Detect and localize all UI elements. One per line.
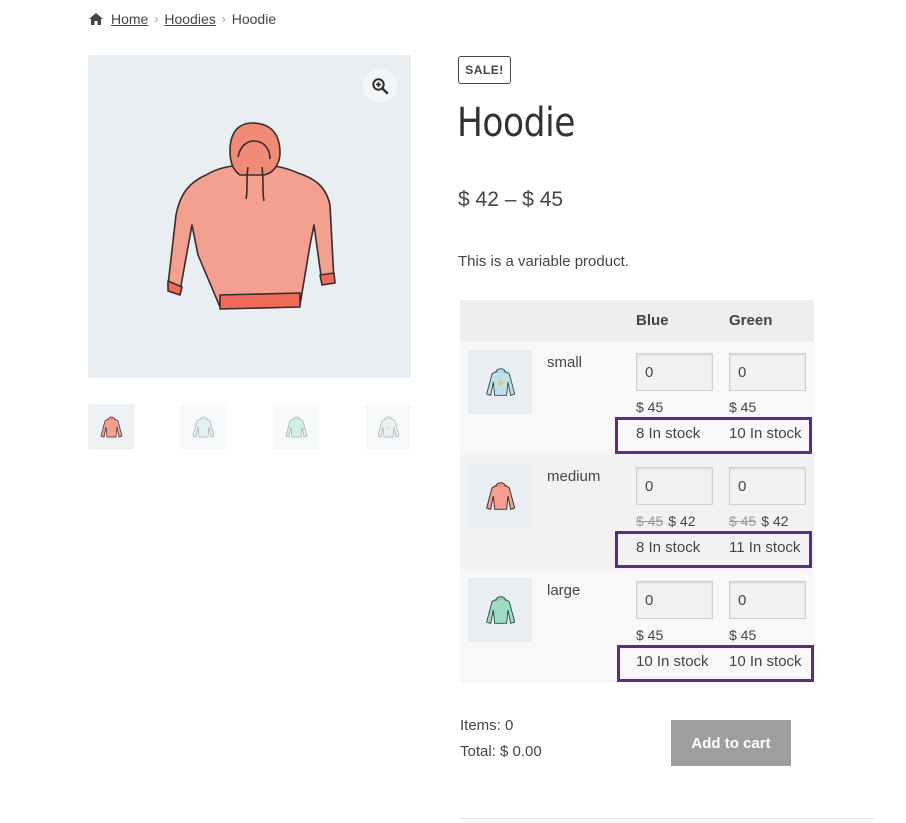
magnifier-plus-icon	[372, 78, 389, 95]
sale-price: $ 42	[761, 513, 789, 529]
variations-table: Blue Green small $ 45 $ 45 8 In stock 10…	[460, 300, 814, 685]
quantity-input-medium-blue[interactable]	[636, 467, 713, 505]
breadcrumb-link-hoodies[interactable]: Hoodies	[164, 11, 215, 27]
sale-badge: SALE!	[458, 56, 511, 84]
price-large-green: $ 45	[729, 627, 757, 643]
price-small-green: $ 45	[729, 399, 757, 415]
column-header-green: Green	[729, 312, 773, 329]
quantity-input-large-green[interactable]	[729, 581, 806, 619]
hoodie-green-image	[486, 596, 516, 624]
regular-price: $ 45	[729, 513, 757, 529]
column-header-blue: Blue	[636, 312, 669, 329]
product-main-image[interactable]	[88, 55, 411, 378]
add-to-cart-button[interactable]: Add to cart	[671, 720, 791, 766]
sale-price: $ 42	[668, 513, 696, 529]
quantity-input-large-blue[interactable]	[636, 581, 713, 619]
hoodie-red-image	[486, 482, 516, 510]
divider	[458, 818, 874, 819]
variation-image-large	[468, 578, 532, 642]
price-small-blue: $ 45	[636, 399, 664, 415]
thumbnail-hoodie-blue[interactable]	[180, 404, 226, 450]
variation-image-small	[468, 350, 532, 414]
breadcrumb-link-home[interactable]: Home	[111, 11, 148, 27]
thumbnail-hoodie-blue-logo[interactable]	[365, 404, 411, 450]
items-count: Items: 0	[460, 717, 514, 734]
variation-size-label: medium	[547, 468, 601, 485]
hoodie-red-image	[100, 416, 123, 438]
breadcrumb-current: Hoodie	[231, 11, 277, 27]
price-medium-green: $ 45 $ 42	[729, 513, 789, 529]
breadcrumb-separator: ›	[154, 12, 159, 26]
hoodie-blue-logo-image	[377, 416, 400, 438]
quantity-input-small-blue[interactable]	[636, 353, 713, 391]
thumbnail-strip	[88, 404, 411, 450]
breadcrumb: Home › Hoodies › Hoodie	[88, 9, 276, 29]
variation-size-label: small	[547, 354, 583, 371]
variation-image-medium	[468, 464, 532, 528]
hoodie-green-image	[285, 416, 308, 438]
hoodie-blue-image	[192, 416, 215, 438]
thumbnail-hoodie-red[interactable]	[88, 404, 134, 450]
price-medium-blue: $ 45 $ 42	[636, 513, 696, 529]
product-price-range: $ 42 – $ 45	[458, 188, 564, 211]
stock-highlight-box-small	[615, 417, 812, 454]
price-large-blue: $ 45	[636, 627, 664, 643]
product-title: Hoodie	[457, 100, 575, 146]
product-short-description: This is a variable product.	[458, 253, 629, 270]
variation-size-label: large	[547, 582, 581, 599]
stock-highlight-box-large	[617, 645, 814, 682]
zoom-button[interactable]	[363, 69, 397, 103]
total-amount: Total: $ 0.00	[460, 743, 542, 760]
stock-highlight-box-medium	[615, 531, 812, 568]
quantity-input-medium-green[interactable]	[729, 467, 806, 505]
home-icon[interactable]	[88, 12, 104, 26]
thumbnail-hoodie-green[interactable]	[273, 404, 319, 450]
breadcrumb-separator: ›	[221, 12, 226, 26]
hoodie-image	[167, 122, 336, 310]
quantity-input-small-green[interactable]	[729, 353, 806, 391]
hoodie-blue-image	[486, 368, 516, 396]
regular-price: $ 45	[636, 513, 664, 529]
variations-table-header: Blue Green	[460, 300, 814, 341]
